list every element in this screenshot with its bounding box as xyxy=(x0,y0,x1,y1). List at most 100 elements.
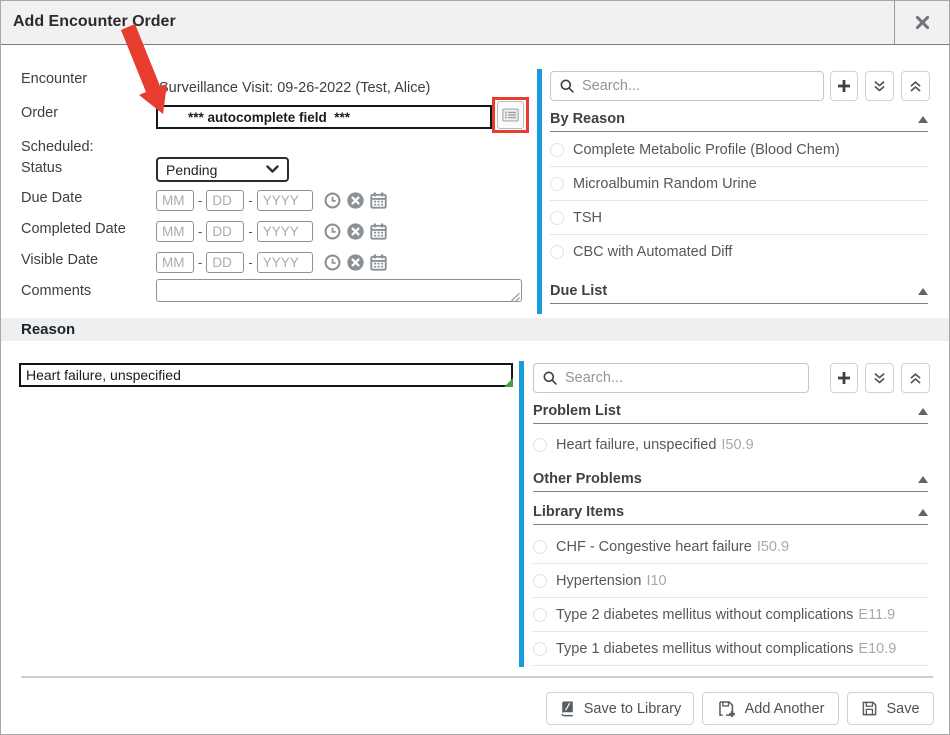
chevron-down-icon xyxy=(266,165,279,174)
status-label: Status xyxy=(21,160,62,176)
radio-icon[interactable] xyxy=(550,143,564,157)
save-to-library-button[interactable]: Save to Library xyxy=(546,692,694,725)
list-item[interactable]: Type 2 diabetes mellitus without complic… xyxy=(533,598,928,632)
radio-icon[interactable] xyxy=(533,642,547,656)
add-another-button[interactable]: Add Another xyxy=(702,692,839,725)
save-button[interactable]: Save xyxy=(847,692,934,725)
visible-date-year-input[interactable] xyxy=(257,252,313,273)
list-item[interactable]: CHF - Congestive heart failure I50.9 xyxy=(533,530,928,564)
list-icon xyxy=(502,108,519,122)
radio-icon[interactable] xyxy=(533,438,547,452)
visible-date-clear-button[interactable] xyxy=(346,253,365,272)
section-header-by-reason[interactable]: By Reason xyxy=(550,107,928,132)
due-date-time-button[interactable] xyxy=(323,191,342,210)
double-chevron-up-icon xyxy=(908,371,923,386)
clear-circle-icon xyxy=(346,222,365,241)
completed-date-label: Completed Date xyxy=(21,221,126,237)
list-item[interactable]: Microalbumin Random Urine xyxy=(550,167,928,201)
radio-icon[interactable] xyxy=(550,177,564,191)
radio-icon[interactable] xyxy=(550,245,564,259)
status-select[interactable]: Pending xyxy=(156,157,289,182)
encounter-label: Encounter xyxy=(21,71,87,87)
add-encounter-order-dialog: Add Encounter Order Encounter Order Sche… xyxy=(0,0,950,735)
calendar-icon xyxy=(369,191,388,210)
comments-input[interactable] xyxy=(156,279,522,302)
accent-bar-bottom xyxy=(519,361,524,667)
scheduled-label: Scheduled: xyxy=(21,139,94,155)
reason-expand-all-button[interactable] xyxy=(865,363,894,393)
close-button[interactable] xyxy=(895,1,949,44)
completed-date-row: - - xyxy=(156,220,388,242)
section-header-library-items[interactable]: Library Items xyxy=(533,500,928,525)
visible-date-label: Visible Date xyxy=(21,252,98,268)
close-icon xyxy=(916,16,929,29)
list-item[interactable]: Complete Metabolic Profile (Blood Chem) xyxy=(550,133,928,167)
clear-circle-icon xyxy=(346,191,365,210)
visible-date-day-input[interactable] xyxy=(206,252,244,273)
diagnosis-code: E11.9 xyxy=(858,607,895,623)
reason-search-input[interactable] xyxy=(565,370,800,386)
order-search-input[interactable] xyxy=(582,78,815,94)
save-icon xyxy=(861,700,878,717)
diagnosis-code: I50.9 xyxy=(757,539,789,555)
footer-divider xyxy=(21,676,933,678)
collapse-triangle-icon xyxy=(918,288,928,295)
collapse-triangle-icon xyxy=(918,116,928,123)
order-list-picker-button[interactable] xyxy=(497,101,524,129)
completed-date-calendar-button[interactable] xyxy=(369,222,388,241)
valid-corner-marker xyxy=(504,378,513,387)
dialog-title: Add Encounter Order xyxy=(13,13,176,31)
order-autocomplete-input[interactable] xyxy=(156,105,492,129)
due-date-month-input[interactable] xyxy=(156,190,194,211)
list-item[interactable]: TSH xyxy=(550,201,928,235)
comments-label: Comments xyxy=(21,283,91,299)
search-icon xyxy=(559,78,575,94)
visible-date-time-button[interactable] xyxy=(323,253,342,272)
section-header-problem-list[interactable]: Problem List xyxy=(533,399,928,424)
section-header-other-problems[interactable]: Other Problems xyxy=(533,467,928,492)
resize-grip-icon[interactable] xyxy=(509,293,520,302)
due-date-clear-button[interactable] xyxy=(346,191,365,210)
order-expand-all-button[interactable] xyxy=(865,71,894,101)
completed-date-month-input[interactable] xyxy=(156,221,194,242)
collapse-triangle-icon xyxy=(918,408,928,415)
calendar-icon xyxy=(369,253,388,272)
radio-icon[interactable] xyxy=(533,540,547,554)
search-icon xyxy=(542,370,558,386)
collapse-triangle-icon xyxy=(918,476,928,483)
due-date-year-input[interactable] xyxy=(257,190,313,211)
order-collapse-all-button[interactable] xyxy=(901,71,930,101)
reason-collapse-all-button[interactable] xyxy=(901,363,930,393)
radio-icon[interactable] xyxy=(533,608,547,622)
completed-date-clear-button[interactable] xyxy=(346,222,365,241)
double-chevron-down-icon xyxy=(872,371,887,386)
due-date-day-input[interactable] xyxy=(206,190,244,211)
list-item[interactable]: Type 1 diabetes mellitus without complic… xyxy=(533,632,928,666)
reason-section-title: Reason xyxy=(21,321,75,338)
plus-icon xyxy=(836,78,852,94)
save-plus-icon xyxy=(717,700,737,718)
plus-icon xyxy=(836,370,852,386)
radio-icon[interactable] xyxy=(533,574,547,588)
list-item[interactable]: CBC with Automated Diff xyxy=(550,235,928,269)
list-item[interactable]: Hypertension I10 xyxy=(533,564,928,598)
diagnosis-code: E10.9 xyxy=(858,641,896,657)
completed-date-year-input[interactable] xyxy=(257,221,313,242)
due-date-calendar-button[interactable] xyxy=(369,191,388,210)
visible-date-row: - - xyxy=(156,251,388,273)
clock-icon xyxy=(323,253,342,272)
visible-date-month-input[interactable] xyxy=(156,252,194,273)
completed-date-day-input[interactable] xyxy=(206,221,244,242)
section-header-due-list[interactable]: Due List xyxy=(550,279,928,304)
reason-search-box xyxy=(533,363,809,393)
order-add-button[interactable] xyxy=(830,71,858,101)
clock-icon xyxy=(323,191,342,210)
order-search-box xyxy=(550,71,824,101)
radio-icon[interactable] xyxy=(550,211,564,225)
reason-input[interactable] xyxy=(19,363,513,387)
list-item[interactable]: Heart failure, unspecified I50.9 xyxy=(533,429,928,461)
visible-date-calendar-button[interactable] xyxy=(369,253,388,272)
completed-date-time-button[interactable] xyxy=(323,222,342,241)
clear-circle-icon xyxy=(346,253,365,272)
reason-add-button[interactable] xyxy=(830,363,858,393)
